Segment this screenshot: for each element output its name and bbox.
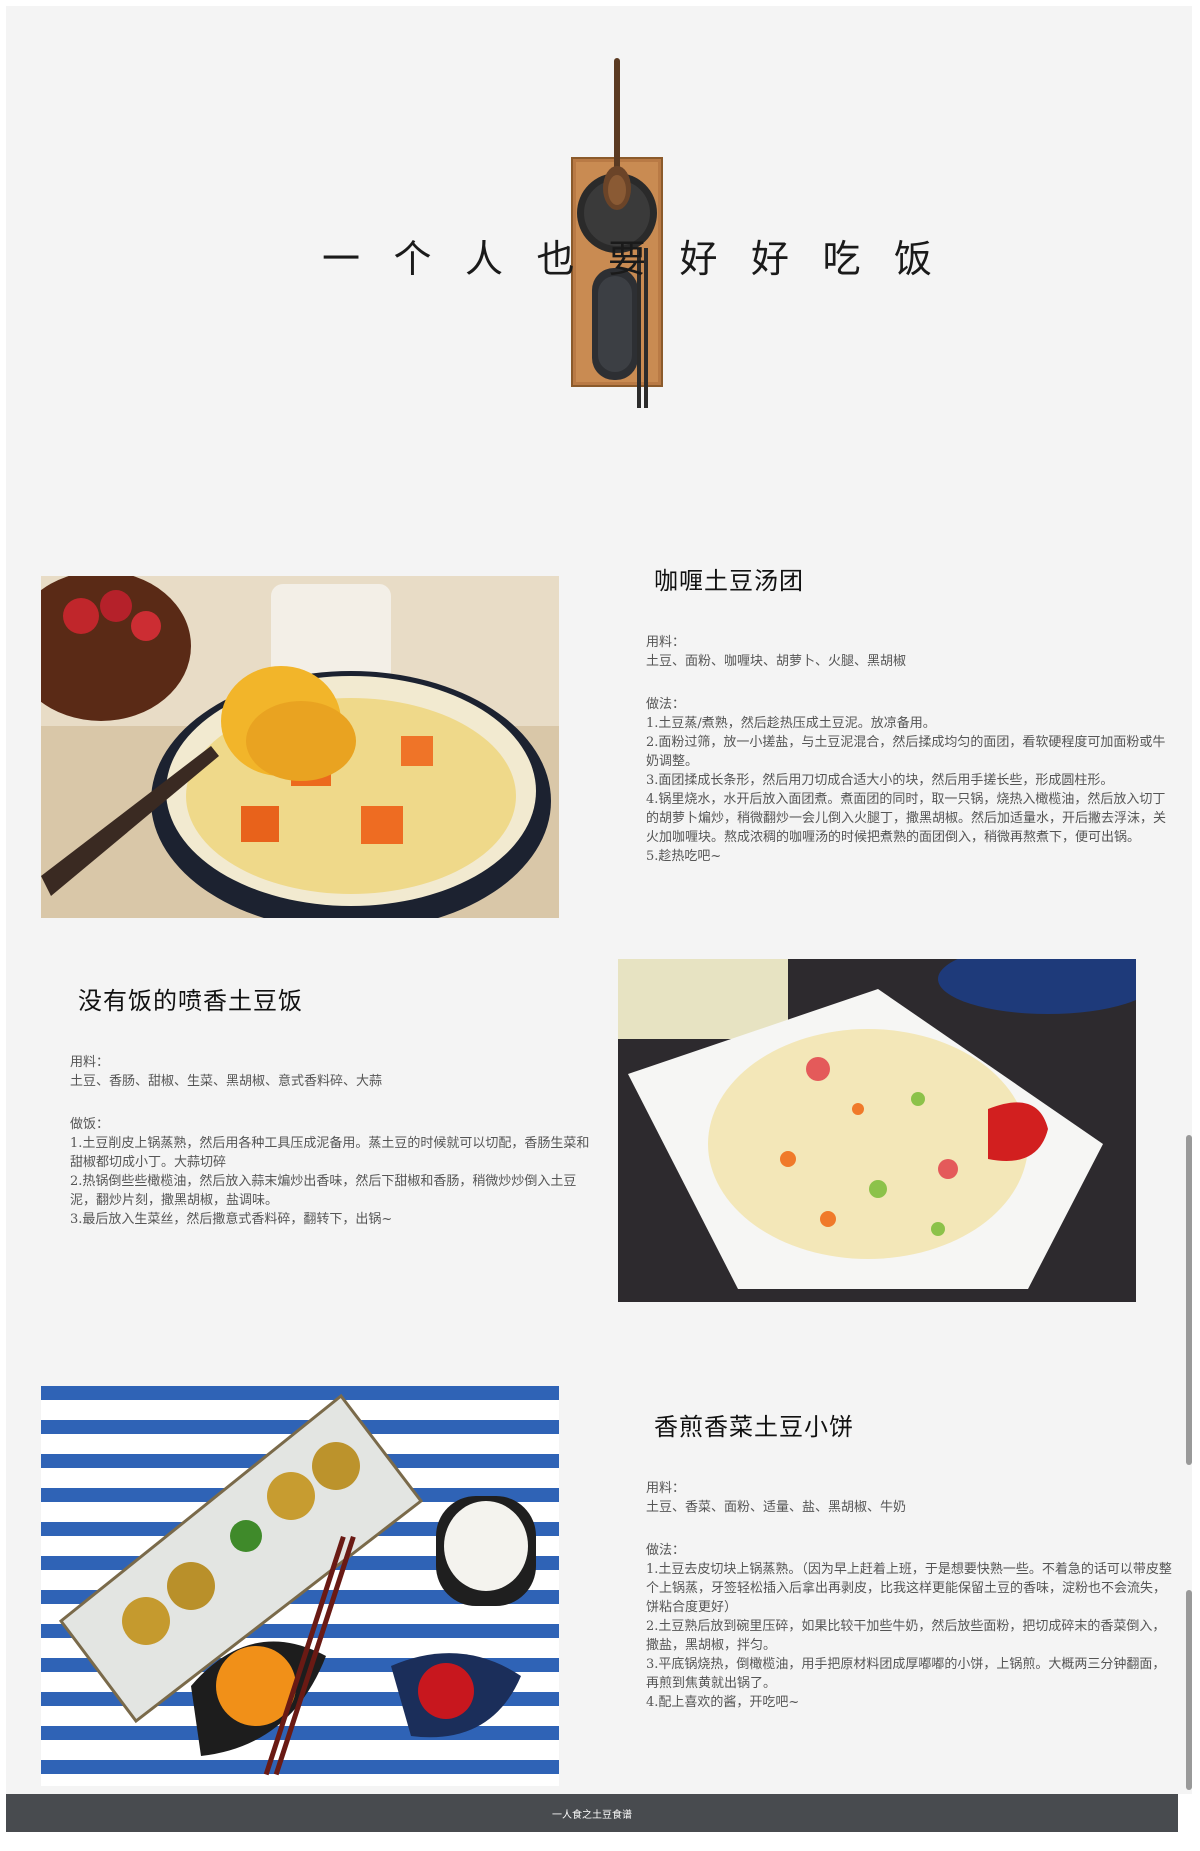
recipe-photo-potato-cakes xyxy=(41,1386,559,1786)
page: 一 个 人 也 要 好 好 吃 饭 咖喱土豆汤团 用料： 土豆、面粉、咖喱块、胡… xyxy=(0,0,1200,1851)
method-step: 3.最后放入生菜丝，然后撒意式香料碎，翻转下，出锅~ xyxy=(70,1212,393,1227)
ingredients-text: 土豆、香菜、面粉、适量、盐、黑胡椒、牛奶 xyxy=(646,1500,907,1515)
scrollbar-thumb-lower[interactable] xyxy=(1186,1590,1192,1790)
method-step: 1.土豆蒸/煮熟，然后趁热压成土豆泥。放凉备用。 xyxy=(646,716,936,731)
method-step: 4.锅里烧水，水开后放入面团煮。煮面团的同时，取一只锅，烧热入橄榄油，然后放入切… xyxy=(646,792,1167,845)
recipe-photo-potato-rice xyxy=(618,959,1136,1302)
method-step: 2.土豆熟后放到碗里压碎，如果比较干加些牛奶，然后放些面粉，把切成碎末的香菜倒入… xyxy=(646,1619,1166,1653)
ingredients-label: 用料： xyxy=(646,1481,686,1496)
method-step: 3.平底锅烧热，倒橄榄油，用手把原材料团成厚嘟嘟的小饼，上锅煎。大概两三分钟翻面… xyxy=(646,1657,1166,1691)
method-label: 做饭： xyxy=(70,1117,110,1132)
hero-title-char: 人 xyxy=(464,237,503,281)
method-step: 1.土豆去皮切块上锅蒸熟。（因为早上赶着上班，于是想要快熟一些。不着急的话可以带… xyxy=(646,1562,1172,1615)
recipe-title: 咖喱土豆汤团 xyxy=(654,567,804,595)
method-steps: 1.土豆蒸/煮熟，然后趁热压成土豆泥。放凉备用。 2.面粉过筛，放一小搓盐，与土… xyxy=(646,714,1172,866)
recipe-list: 咖喱土豆汤团 用料： 土豆、面粉、咖喱块、胡萝卜、火腿、黑胡椒 做法： 1.土豆… xyxy=(6,514,1192,1794)
hero-title-char: 也 xyxy=(536,237,575,281)
recipe-card-3: 香煎香菜土豆小饼 用料： 土豆、香菜、面粉、适量、盐、黑胡椒、牛奶 做法： 1.… xyxy=(646,1413,1172,1712)
hero-title-char: 饭 xyxy=(893,237,932,281)
ingredients-text: 土豆、香肠、甜椒、生菜、黑胡椒、意式香料碎、大蒜 xyxy=(70,1074,383,1089)
hero-title: 一 个 人 也 要 好 好 吃 饭 xyxy=(317,228,937,283)
method-step: 3.面团揉成长条形，然后用刀切成合适大小的块，然后用手搓长些，形成圆柱形。 xyxy=(646,773,1114,788)
recipe-card-1: 咖喱土豆汤团 用料： 土豆、面粉、咖喱块、胡萝卜、火腿、黑胡椒 做法： 1.土豆… xyxy=(646,567,1172,866)
ingredients-label: 用料： xyxy=(70,1055,110,1070)
method-label: 做法： xyxy=(646,697,686,712)
ingredients-text: 土豆、面粉、咖喱块、胡萝卜、火腿、黑胡椒 xyxy=(646,654,907,669)
hero-title-char: 好 xyxy=(750,237,789,281)
footer: 一人食之土豆食谱 xyxy=(6,1794,1178,1832)
hero-title-char: 要 xyxy=(607,237,646,281)
method-step: 4.配上喜欢的酱，开吃吧~ xyxy=(646,1695,800,1710)
recipe-card-2: 没有饭的喷香土豆饭 用料： 土豆、香肠、甜椒、生菜、黑胡椒、意式香料碎、大蒜 做… xyxy=(70,987,596,1229)
hero-title-char: 好 xyxy=(679,237,718,281)
recipe-title: 没有饭的喷香土豆饭 xyxy=(78,987,303,1015)
recipe-title: 香煎香菜土豆小饼 xyxy=(654,1413,854,1441)
ingredients-label: 用料： xyxy=(646,635,686,650)
hero-banner: 一 个 人 也 要 好 好 吃 饭 xyxy=(6,6,1192,514)
hero-title-char: 吃 xyxy=(822,237,861,281)
method-label: 做法： xyxy=(646,1543,686,1558)
scrollbar-thumb[interactable] xyxy=(1186,1135,1192,1465)
hero-title-char: 一 xyxy=(321,237,360,281)
method-step: 2.面粉过筛，放一小搓盐，与土豆泥混合，然后揉成均匀的面团，看软硬程度可加面粉或… xyxy=(646,735,1166,769)
method-steps: 1.土豆去皮切块上锅蒸熟。（因为早上赶着上班，于是想要快熟一些。不着急的话可以带… xyxy=(646,1560,1172,1712)
footer-text: 一人食之土豆食谱 xyxy=(552,1809,632,1821)
recipe-photo-curry-dumplings xyxy=(41,576,559,918)
method-step: 5.趁热吃吧~ xyxy=(646,849,722,864)
method-step: 1.土豆削皮上锅蒸熟，然后用各种工具压成泥备用。蒸土豆的时候就可以切配，香肠生菜… xyxy=(70,1136,590,1170)
method-steps: 1.土豆削皮上锅蒸熟，然后用各种工具压成泥备用。蒸土豆的时候就可以切配，香肠生菜… xyxy=(70,1134,596,1229)
hero-title-char: 个 xyxy=(393,237,432,281)
method-step: 2.热锅倒些些橄榄油，然后放入蒜末煸炒出香味，然后下甜椒和香肠，稍微炒炒倒入土豆… xyxy=(70,1174,577,1208)
